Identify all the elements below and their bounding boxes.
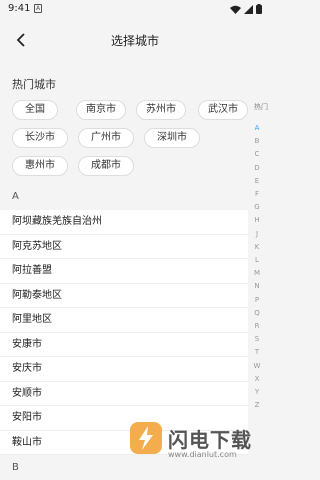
index-letter[interactable]: F [251,190,263,198]
index-letter[interactable]: B [251,137,263,145]
index-letter[interactable]: R [251,322,263,330]
index-letter[interactable]: L [251,256,263,264]
index-letter[interactable]: S [251,335,263,343]
page-title: 选择城市 [110,34,159,48]
wifi-icon [230,5,241,14]
hot-city-chip[interactable]: 苏州市 [136,100,186,120]
hot-city-chip[interactable]: 惠州市 [12,156,68,176]
hot-city-chip[interactable]: 成都市 [78,156,134,176]
index-letter[interactable]: Q [251,309,263,317]
index-letter[interactable]: E [251,177,263,185]
index-letter[interactable]: N [251,282,263,290]
watermark: 闪电下载 www.dianlut.com [128,418,270,480]
index-letter[interactable]: P [251,296,263,304]
index-letter[interactable]: T [251,348,263,356]
status-icons [230,4,262,14]
city-row[interactable]: 阿勒泰地区 [0,284,248,308]
index-letter[interactable]: K [251,243,263,251]
app-header: 选择城市 [0,22,270,60]
notification-icon: A [34,4,42,13]
hot-city-chip[interactable]: 武汉市 [198,100,248,120]
battery-icon [256,4,262,14]
index-letter[interactable]: G [251,203,263,211]
hot-city-chip[interactable]: 长沙市 [12,128,68,148]
signal-icon [244,4,253,14]
watermark-name: 闪电下载 [168,428,252,452]
hot-city-chip[interactable]: 广州市 [78,128,134,148]
hot-city-chip[interactable]: 深圳市 [144,128,200,148]
city-row[interactable]: 安顺市 [0,382,248,406]
index-letter[interactable]: J [251,230,263,238]
lightning-logo-icon [130,422,162,454]
watermark-url: www.dianlut.com [168,450,237,459]
city-row[interactable]: 阿拉善盟 [0,259,248,284]
hot-city-chip[interactable]: 南京市 [76,100,126,120]
index-letter[interactable]: A [251,124,263,132]
status-bar: 9:41 A [0,0,270,20]
index-letter[interactable]: X [251,375,263,383]
section-header-a: A [12,191,19,202]
index-letter[interactable]: H [251,216,263,224]
hot-cities-title: 热门城市 [12,78,56,91]
index-letter[interactable]: D [251,164,263,172]
hot-city-chip[interactable]: 全国 [12,100,58,120]
city-row[interactable]: 阿里地区 [0,308,248,333]
status-time: 9:41 [8,3,31,14]
city-row[interactable]: 安庆市 [0,357,248,382]
index-letter[interactable]: W [251,362,263,370]
index-letter[interactable]: Z [251,401,263,409]
index-hot[interactable]: 热门 [254,102,268,112]
index-letter[interactable]: C [251,150,263,158]
index-letter[interactable]: M [251,269,263,277]
index-letter[interactable]: Y [251,388,263,396]
section-letter-b: B [12,462,19,473]
city-row[interactable]: 阿克苏地区 [0,235,248,259]
city-row[interactable]: 阿坝藏族羌族自治州 [0,210,248,235]
city-row[interactable]: 安康市 [0,333,248,357]
